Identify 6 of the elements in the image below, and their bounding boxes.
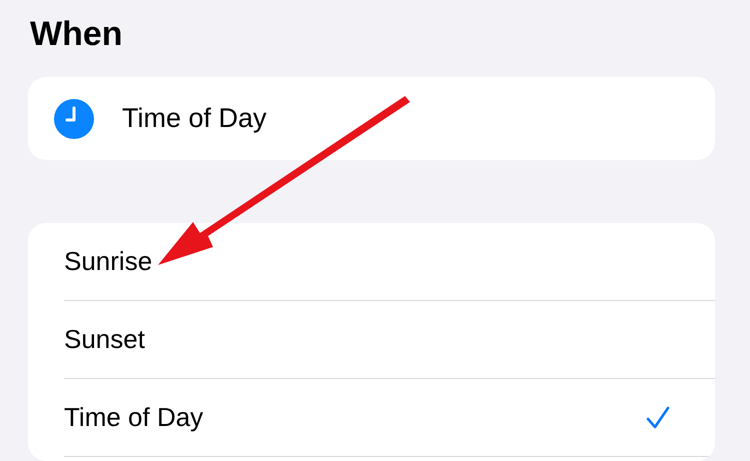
clock-icon — [54, 98, 94, 138]
trigger-label: Time of Day — [122, 103, 267, 134]
section-title: When — [30, 14, 124, 54]
option-row[interactable]: Sunset — [64, 301, 715, 379]
trigger-card[interactable]: Time of Day — [28, 77, 715, 160]
option-row[interactable]: Time of Day — [64, 379, 715, 457]
